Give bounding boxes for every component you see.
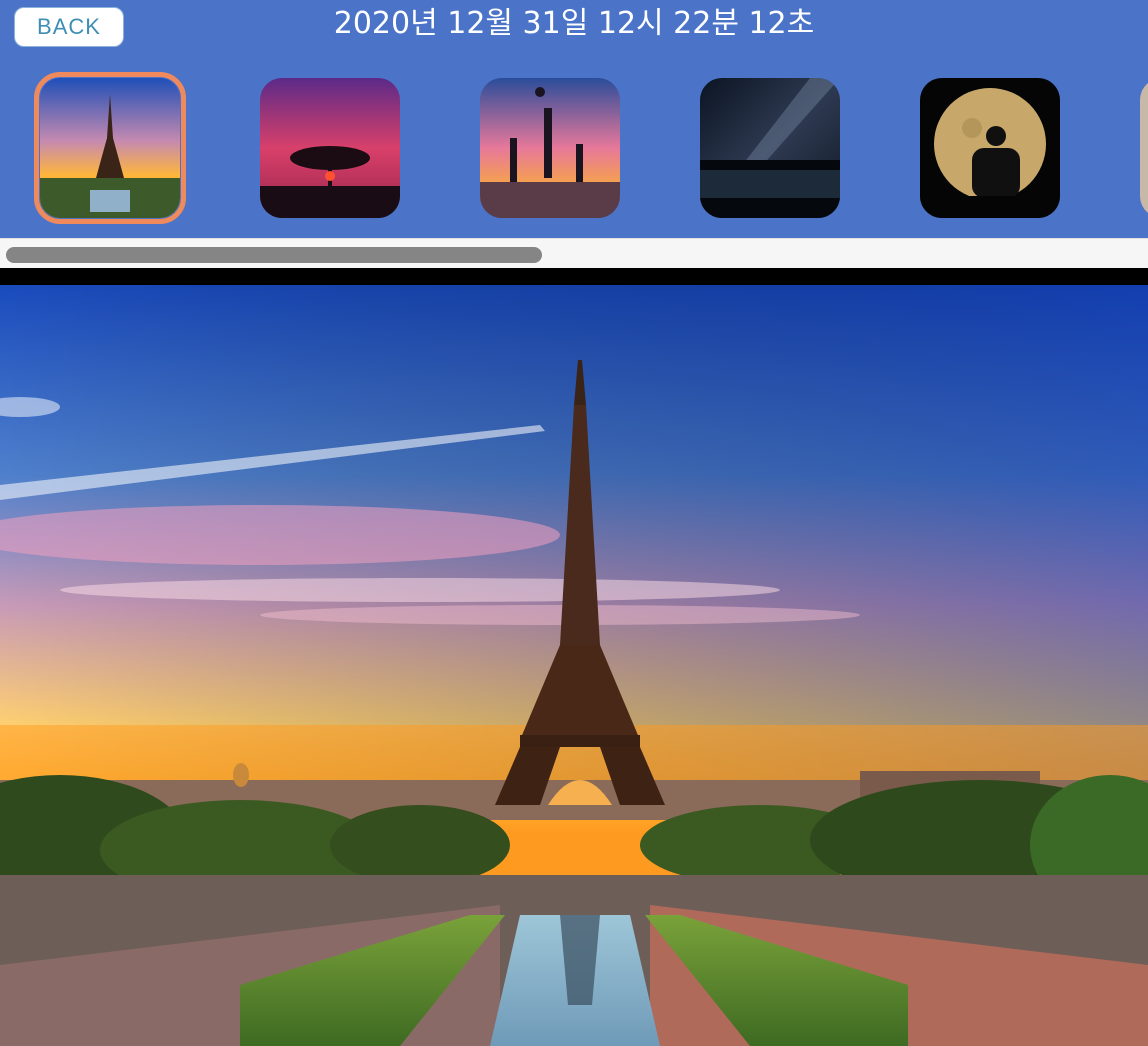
thumbnail-silhouettes[interactable] bbox=[480, 78, 620, 218]
thumbnail-tree[interactable] bbox=[260, 78, 400, 218]
main-photo-eiffel-tower bbox=[0, 285, 1148, 1046]
thumbnail-moon[interactable] bbox=[920, 78, 1060, 218]
scrollbar-thumb[interactable] bbox=[6, 247, 542, 263]
thumbnail-partial[interactable] bbox=[1140, 78, 1148, 218]
thumbnail-eiffel-tower[interactable] bbox=[34, 72, 186, 224]
thumbnail-scrollbar[interactable] bbox=[0, 238, 1148, 269]
page-title: 2020년 12월 31일 12시 22분 12초 bbox=[333, 6, 815, 41]
divider bbox=[0, 268, 1148, 285]
thumbnail-milky-way[interactable] bbox=[700, 78, 840, 218]
header-bar: BACK 2020년 12월 31일 12시 22분 12초 bbox=[0, 0, 1148, 238]
thumbnail-strip[interactable] bbox=[0, 72, 1148, 224]
